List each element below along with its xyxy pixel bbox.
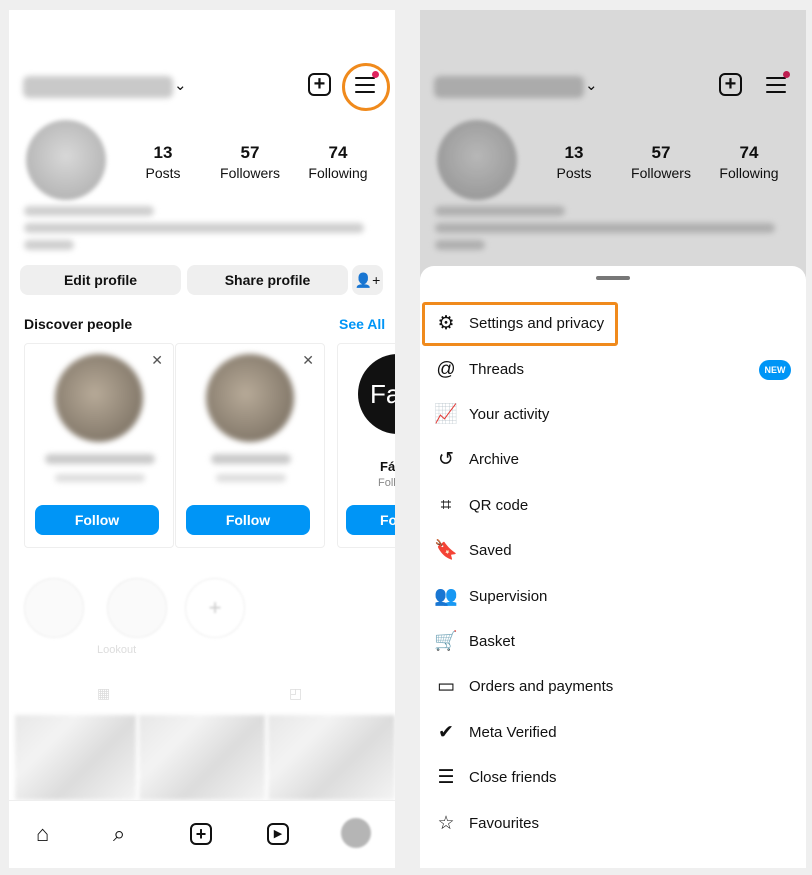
suggestion-avatar[interactable]: Fa	[358, 354, 395, 434]
followers-label: Followers	[220, 165, 280, 181]
suggestion-card: ✕ Follow	[24, 343, 174, 548]
menu-item-label: Archive	[469, 451, 520, 468]
add-person-icon[interactable]: 👤+	[352, 265, 383, 295]
following-count: 74	[328, 143, 348, 162]
menu-item-saved[interactable]: 🔖 Saved	[434, 531, 794, 571]
menu-item-your-activity[interactable]: 📈 Your activity	[434, 395, 794, 435]
add-highlight-icon[interactable]: +	[185, 578, 245, 638]
chevron-down-icon[interactable]: ⌄	[174, 76, 187, 94]
suggestion-avatar[interactable]	[55, 354, 143, 442]
post-thumbnail[interactable]	[15, 715, 136, 800]
following-label: Following	[308, 165, 368, 181]
home-icon[interactable]: ⌂	[36, 823, 49, 845]
edit-profile-button[interactable]: Edit profile	[20, 265, 181, 295]
menu-item-label: Favourites	[469, 815, 540, 832]
post-thumbnail[interactable]	[268, 715, 395, 800]
bio-line	[24, 223, 364, 233]
menu-item-close-friends[interactable]: ☰ Close friends	[434, 758, 794, 798]
menu-item-label: Settings and privacy	[469, 315, 605, 332]
bookmark-icon: 🔖	[434, 540, 458, 561]
menu-sheet: ⚙ Settings and privacy @ Threads NEW 📈 Y…	[420, 266, 806, 868]
card-icon: ▭	[437, 676, 455, 697]
menu-item-threads[interactable]: @ Threads	[434, 350, 794, 390]
drag-handle[interactable]	[596, 276, 630, 280]
close-icon[interactable]: ✕	[151, 352, 163, 369]
menu-item-label: Meta Verified	[469, 724, 557, 741]
follow-button[interactable]: Fo	[346, 505, 395, 535]
bio-line	[24, 206, 154, 216]
menu-item-orders-and-payments[interactable]: ▭ Orders and payments	[434, 667, 794, 707]
posts-label: Posts	[145, 165, 181, 181]
suggestion-name: Fát	[380, 459, 395, 474]
list-icon: ☰	[437, 767, 455, 788]
menu-item-label: QR code	[469, 497, 529, 514]
suggestion-name	[211, 454, 291, 464]
following-stat[interactable]: 74 Following	[298, 143, 378, 181]
avatar[interactable]	[26, 120, 106, 200]
search-icon[interactable]: ⌕	[113, 823, 125, 845]
suggestion-card: Fa Fát Follo Fo	[337, 343, 395, 548]
suggestion-avatar[interactable]	[206, 354, 294, 442]
menu-item-label: Supervision	[469, 588, 548, 605]
menu-item-label: Threads	[469, 361, 525, 378]
supervision-icon: 👥	[434, 586, 458, 607]
menu-item-label: Orders and payments	[469, 678, 614, 695]
highlight-circle[interactable]	[24, 578, 84, 638]
suggestion-sub	[55, 474, 145, 482]
create-icon[interactable]: +	[190, 823, 212, 845]
menu-item-qr-code[interactable]: ⌗ QR code	[434, 486, 794, 526]
follow-button[interactable]: Follow	[35, 505, 159, 535]
archive-icon: ↺	[438, 449, 454, 470]
followers-count: 57	[240, 143, 260, 162]
suggestion-name	[45, 454, 155, 464]
create-post-icon[interactable]: +	[308, 73, 331, 96]
highlight-circle[interactable]	[107, 578, 167, 638]
highlight-label: Lookout	[97, 644, 137, 656]
menu-item-label: Close friends	[469, 769, 557, 786]
posts-count: 13	[153, 143, 173, 162]
menu-item-label: Basket	[469, 633, 515, 650]
menu-item-favourites[interactable]: ☆ Favourites	[434, 804, 794, 844]
discover-title: Discover people	[24, 316, 133, 332]
share-profile-button[interactable]: Share profile	[187, 265, 348, 295]
gear-icon: ⚙	[437, 313, 455, 334]
suggestion-card: ✕ Follow	[175, 343, 325, 548]
bottom-nav: ⌂ ⌕ + ▶	[9, 800, 395, 868]
suggestion-sub	[216, 474, 286, 482]
username-blurred[interactable]	[23, 76, 173, 98]
tagged-icon[interactable]: ◰	[289, 685, 302, 702]
activity-icon: 📈	[434, 404, 458, 425]
menu-item-archive[interactable]: ↺ Archive	[434, 440, 794, 480]
suggestion-sub: Follo	[378, 477, 395, 489]
menu-screen: ⌄ + 13 Posts 57 Followers 74 Following ⚙…	[420, 10, 806, 868]
followers-stat[interactable]: 57 Followers	[210, 143, 290, 181]
new-badge: NEW	[759, 360, 791, 380]
posts-stat[interactable]: 13 Posts	[123, 143, 203, 181]
see-all-link[interactable]: See All	[339, 316, 385, 332]
star-icon: ☆	[437, 813, 455, 834]
menu-item-settings-and-privacy[interactable]: ⚙ Settings and privacy	[434, 304, 794, 344]
menu-item-label: Saved	[469, 542, 512, 559]
profile-screen: ⌄ + 13 Posts 57 Followers 74 Following E…	[9, 10, 395, 868]
grid-icon[interactable]: ▦	[97, 685, 110, 702]
close-icon[interactable]: ✕	[302, 352, 314, 369]
qr-code-icon: ⌗	[440, 495, 452, 516]
threads-icon: @	[436, 359, 456, 380]
menu-item-meta-verified[interactable]: ✔ Meta Verified	[434, 713, 794, 753]
profile-avatar-icon[interactable]	[341, 818, 371, 848]
menu-item-label: Your activity	[469, 406, 550, 423]
highlight-ring	[342, 63, 390, 111]
follow-button[interactable]: Follow	[186, 505, 310, 535]
menu-item-supervision[interactable]: 👥 Supervision	[434, 577, 794, 617]
menu-item-basket[interactable]: 🛒 Basket	[434, 622, 794, 662]
reels-icon[interactable]: ▶	[267, 823, 289, 845]
cart-icon: 🛒	[434, 631, 458, 652]
post-thumbnail[interactable]	[139, 715, 265, 800]
bio-line	[24, 240, 74, 250]
verified-icon: ✔	[438, 722, 454, 743]
